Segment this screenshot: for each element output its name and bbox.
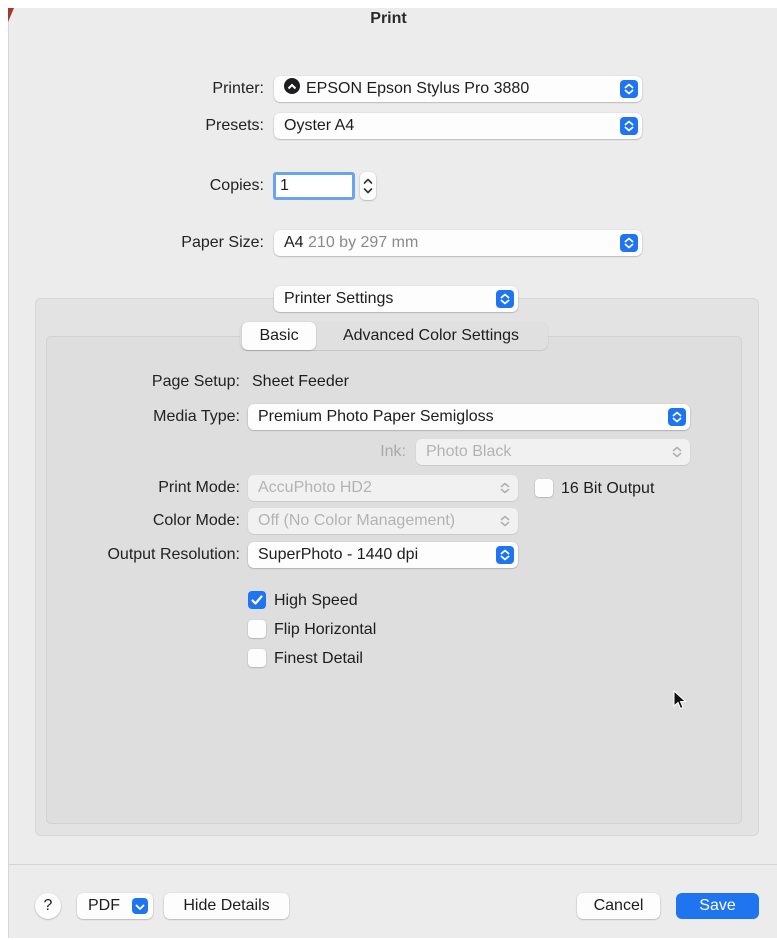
page-setup-label: Page Setup: xyxy=(151,373,240,390)
high-speed-checkbox[interactable] xyxy=(248,591,266,609)
pdf-menu-button[interactable]: PDF xyxy=(77,893,153,919)
popup-arrows-icon xyxy=(496,290,514,308)
save-button[interactable]: Save xyxy=(676,893,759,919)
checkmark-icon xyxy=(251,595,263,605)
printer-label: Printer: xyxy=(212,80,264,97)
popup-arrows-icon xyxy=(496,512,514,530)
popup-arrows-icon xyxy=(496,479,514,497)
help-button[interactable]: ? xyxy=(35,893,61,919)
flip-horizontal-label: Flip Horizontal xyxy=(274,621,377,638)
dialog-title: Print xyxy=(370,10,407,27)
tab-bar: Basic Advanced Color Settings xyxy=(240,322,548,350)
finest-detail-checkbox[interactable] xyxy=(248,649,266,667)
popup-arrows-icon xyxy=(668,408,686,426)
page-setup-value: Sheet Feeder xyxy=(252,373,349,390)
presets-value: Oyster A4 xyxy=(284,117,355,134)
hide-details-button[interactable]: Hide Details xyxy=(164,893,289,919)
color-mode-label: Color Mode: xyxy=(152,512,240,529)
high-speed-label: High Speed xyxy=(274,592,358,609)
popup-arrows-icon xyxy=(620,80,638,98)
presets-label: Presets: xyxy=(205,117,264,134)
color-mode-value: Off (No Color Management) xyxy=(258,512,456,529)
ink-value: Photo Black xyxy=(426,443,512,460)
popup-arrows-icon xyxy=(620,117,638,135)
paper-size-name: A4 xyxy=(284,234,304,251)
media-type-value: Premium Photo Paper Semigloss xyxy=(258,408,494,425)
output-resolution-value: SuperPhoto - 1440 dpi xyxy=(258,546,419,563)
popup-arrows-icon xyxy=(496,546,514,564)
copies-stepper[interactable] xyxy=(360,172,376,200)
finest-detail-label: Finest Detail xyxy=(274,650,363,667)
popup-arrows-icon xyxy=(668,443,686,461)
flip-horizontal-checkbox[interactable] xyxy=(248,620,266,638)
paper-size-popup[interactable]: A4 210 by 297 mm xyxy=(274,230,642,256)
output-resolution-popup[interactable]: SuperPhoto - 1440 dpi xyxy=(248,542,518,568)
cancel-button[interactable]: Cancel xyxy=(577,893,660,919)
chevron-down-icon xyxy=(132,898,148,914)
paper-size-label: Paper Size: xyxy=(181,234,264,251)
printer-popup[interactable]: EPSON Epson Stylus Pro 3880 xyxy=(274,76,642,102)
print-mode-value: AccuPhoto HD2 xyxy=(258,479,372,496)
output-resolution-label: Output Resolution: xyxy=(107,546,240,563)
ink-popup: Photo Black xyxy=(416,439,690,465)
color-mode-popup: Off (No Color Management) xyxy=(248,508,518,534)
print-mode-label: Print Mode: xyxy=(158,479,240,496)
16-bit-output-checkbox[interactable] xyxy=(535,479,553,497)
section-popup-value: Printer Settings xyxy=(284,290,394,307)
stepper-arrows-icon xyxy=(363,178,373,194)
popup-arrows-icon xyxy=(620,234,638,252)
footer-divider xyxy=(8,864,777,865)
printer-value: EPSON Epson Stylus Pro 3880 xyxy=(306,80,530,97)
paper-size-dimensions: 210 by 297 mm xyxy=(308,234,419,251)
ink-label: Ink: xyxy=(380,443,406,460)
section-popup[interactable]: Printer Settings xyxy=(274,286,518,312)
presets-popup[interactable]: Oyster A4 xyxy=(274,113,642,139)
media-type-popup[interactable]: Premium Photo Paper Semigloss xyxy=(248,404,690,430)
print-mode-popup: AccuPhoto HD2 xyxy=(248,475,518,501)
tab-advanced-color-settings[interactable]: Advanced Color Settings xyxy=(320,322,542,350)
16-bit-output-label: 16 Bit Output xyxy=(561,480,655,497)
copies-input[interactable]: 1 xyxy=(273,172,355,200)
media-type-label: Media Type: xyxy=(153,408,240,425)
pdf-label: PDF xyxy=(88,897,120,914)
printer-status-icon xyxy=(284,78,300,94)
copies-label: Copies: xyxy=(209,177,264,194)
tab-basic[interactable]: Basic xyxy=(242,322,316,350)
mouse-cursor-icon xyxy=(673,690,687,710)
